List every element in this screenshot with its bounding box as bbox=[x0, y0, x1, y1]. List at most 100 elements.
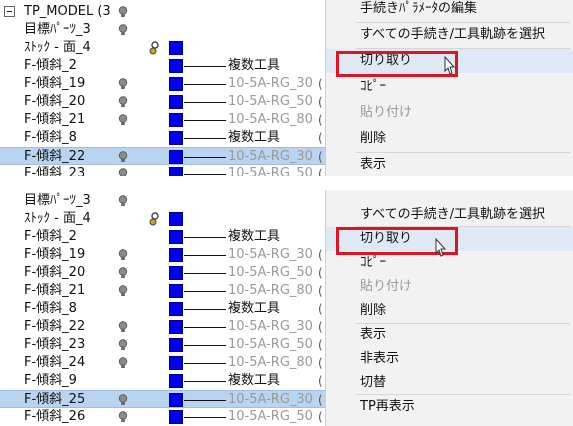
link-icon[interactable] bbox=[148, 41, 160, 55]
toolpath-color-square[interactable] bbox=[169, 113, 183, 127]
toolpath-color-square[interactable] bbox=[169, 230, 183, 244]
tree-row[interactable]: F-傾斜_21 10-5A-RG_80 ( bbox=[0, 282, 325, 300]
collapse-icon[interactable] bbox=[4, 6, 15, 17]
lightbulb-icon[interactable] bbox=[118, 168, 128, 176]
tree-connector-line bbox=[184, 84, 226, 85]
context-menu-item[interactable]: 削除 bbox=[326, 299, 573, 323]
tool-detail-truncated: ( bbox=[318, 266, 323, 280]
tree-row-label: F-傾斜_19 bbox=[24, 247, 86, 262]
lightbulb-icon[interactable] bbox=[118, 151, 128, 163]
lightbulb-icon[interactable] bbox=[118, 357, 128, 369]
toolpath-color-square[interactable] bbox=[169, 77, 183, 91]
tree-row-label: F-傾斜_8 bbox=[24, 301, 77, 316]
context-menu-item[interactable]: 手続きﾊﾟﾗﾒｰﾀの編集 bbox=[326, 0, 573, 21]
tree-row[interactable]: 目標ﾊﾟｰﾂ_3 bbox=[0, 192, 325, 210]
toolpath-color-square[interactable] bbox=[169, 95, 183, 109]
toolpath-color-square[interactable] bbox=[169, 302, 183, 316]
tree-row[interactable]: F-傾斜_8 複数工具 ( bbox=[0, 129, 325, 147]
context-menu-item[interactable]: 削除 bbox=[326, 127, 573, 151]
tree-row[interactable]: F-傾斜_2 複数工具 bbox=[0, 57, 325, 75]
lightbulb-icon[interactable] bbox=[118, 24, 128, 36]
tree-row[interactable]: F-傾斜_24 10-5A-RG_80 ( bbox=[0, 354, 325, 372]
tree-row[interactable]: F-傾斜_21 10-5A-RG_80 ( bbox=[0, 111, 325, 129]
tree-row[interactable]: F-傾斜_19 10-5A-RG_30 ( bbox=[0, 246, 325, 264]
tree-row-label: F-傾斜_23 bbox=[24, 166, 86, 176]
tool-name: 10-5A-RG_80 bbox=[228, 355, 313, 370]
tree-row[interactable]: ｽﾄｯｸ - 面_4 bbox=[0, 39, 325, 57]
lightbulb-icon[interactable] bbox=[118, 321, 128, 333]
context-menu-item[interactable]: ｺﾋﾟｰ bbox=[326, 75, 573, 99]
toolpath-color-square[interactable] bbox=[169, 131, 183, 145]
toolpath-color-square[interactable] bbox=[169, 356, 183, 370]
tree-row[interactable]: F-傾斜_23 10-5A-RG_50 ( bbox=[0, 336, 325, 354]
lightbulb-icon[interactable] bbox=[118, 411, 128, 423]
lightbulb-icon[interactable] bbox=[118, 195, 128, 207]
context-menu-item[interactable]: 切替 bbox=[326, 371, 573, 395]
tree-row[interactable]: F-傾斜_23 10-5A-RG_50 ( bbox=[0, 165, 325, 176]
tree-row-label: F-傾斜_23 bbox=[24, 337, 86, 352]
tree-row[interactable]: F-傾斜_26 10-5A-RG_50 ( bbox=[0, 408, 325, 426]
lightbulb-icon[interactable] bbox=[118, 6, 128, 18]
lightbulb-icon[interactable] bbox=[118, 114, 128, 126]
lightbulb-icon[interactable] bbox=[118, 78, 128, 90]
toolpath-color-square[interactable] bbox=[169, 284, 183, 298]
toolpath-color-square[interactable] bbox=[169, 150, 183, 164]
lightbulb-icon[interactable] bbox=[118, 96, 128, 108]
context-menu-item: 貼り付け bbox=[360, 105, 413, 120]
tree-connector-line bbox=[184, 273, 226, 274]
tool-name: 10-5A-RG_30 bbox=[228, 392, 313, 407]
tree-row-label: 目標ﾊﾟｰﾂ_3 bbox=[24, 22, 91, 37]
toolpath-color-square[interactable] bbox=[169, 248, 183, 262]
highlight-box-cut bbox=[336, 51, 458, 77]
toolpath-color-square[interactable] bbox=[169, 212, 183, 226]
tree-row[interactable]: F-傾斜_20 10-5A-RG_50 ( bbox=[0, 93, 325, 111]
toolpath-color-square[interactable] bbox=[169, 59, 183, 73]
toolpath-color-square[interactable] bbox=[169, 338, 183, 352]
toolpath-color-square[interactable] bbox=[169, 374, 183, 388]
tree-row-label: ｽﾄｯｸ - 面_4 bbox=[24, 40, 91, 55]
context-menu-item[interactable]: TP再表示 bbox=[326, 395, 573, 419]
lightbulb-icon[interactable] bbox=[118, 249, 128, 261]
link-icon[interactable] bbox=[148, 212, 160, 226]
context-menu-item[interactable]: 表示 bbox=[326, 323, 573, 347]
tree-row[interactable]: F-傾斜_25 10-5A-RG_30 ( bbox=[0, 390, 325, 408]
toolpath-color-square[interactable] bbox=[169, 320, 183, 334]
tree-connector-line bbox=[184, 66, 226, 67]
tree-connector-line bbox=[184, 157, 226, 158]
tree-row[interactable]: 目標ﾊﾟｰﾂ_3 bbox=[0, 21, 325, 39]
tree-row[interactable]: F-傾斜_9 複数工具 ( bbox=[0, 372, 325, 390]
lightbulb-icon[interactable] bbox=[118, 339, 128, 351]
tree-row[interactable]: ｽﾄｯｸ - 面_4 bbox=[0, 210, 325, 228]
tree-root-row[interactable]: TP_MODEL (3 bbox=[0, 3, 325, 21]
lightbulb-icon[interactable] bbox=[118, 394, 128, 406]
tree-row[interactable]: F-傾斜_22 10-5A-RG_30 ( bbox=[0, 318, 325, 336]
context-menu-item: 貼り付け bbox=[360, 279, 413, 294]
tool-name: 10-5A-RG_50 bbox=[228, 337, 313, 352]
lightbulb-icon[interactable] bbox=[118, 285, 128, 297]
tree-row-label: F-傾斜_9 bbox=[24, 373, 77, 388]
toolpath-color-square[interactable] bbox=[169, 41, 183, 55]
tree-row[interactable]: F-傾斜_8 複数工具 ( bbox=[0, 300, 325, 318]
tree-row[interactable]: F-傾斜_19 10-5A-RG_30 ( bbox=[0, 75, 325, 93]
mouse-cursor-icon bbox=[435, 238, 447, 257]
context-menu-item[interactable]: 非表示 bbox=[326, 347, 573, 371]
tool-detail-truncated: ( bbox=[318, 356, 323, 370]
lightbulb-icon[interactable] bbox=[118, 267, 128, 279]
tree-row[interactable]: F-傾斜_2 複数工具 bbox=[0, 228, 325, 246]
toolpath-color-square[interactable] bbox=[169, 167, 183, 176]
tree-row-label: F-傾斜_19 bbox=[24, 76, 86, 91]
toolpath-color-square[interactable] bbox=[169, 266, 183, 280]
context-menu-item[interactable]: 表示 bbox=[326, 153, 573, 176]
context-menu-item[interactable]: すべての手続き/工具軌跡を選択 bbox=[326, 203, 573, 227]
tree-row[interactable]: F-傾斜_22 10-5A-RG_30 ( bbox=[0, 147, 325, 165]
tool-detail-truncated: ( bbox=[318, 150, 323, 164]
tree-row-label: F-傾斜_2 bbox=[24, 229, 77, 244]
context-menu-item[interactable]: すべての手続き/工具軌跡を選択 bbox=[326, 23, 573, 47]
tree-row-label: F-傾斜_25 bbox=[24, 392, 86, 407]
toolpath-color-square[interactable] bbox=[169, 393, 183, 407]
tree-row[interactable]: F-傾斜_20 10-5A-RG_50 ( bbox=[0, 264, 325, 282]
toolpath-color-square[interactable] bbox=[169, 410, 183, 424]
menu-separator bbox=[356, 22, 570, 23]
tree-row-label: F-傾斜_20 bbox=[24, 265, 86, 280]
context-menu: すべての手続き/工具軌跡を選択 切り取り ｺﾋﾟｰ 貼り付け 削除 表示 非表示 切替 TP再表… bbox=[325, 190, 573, 426]
